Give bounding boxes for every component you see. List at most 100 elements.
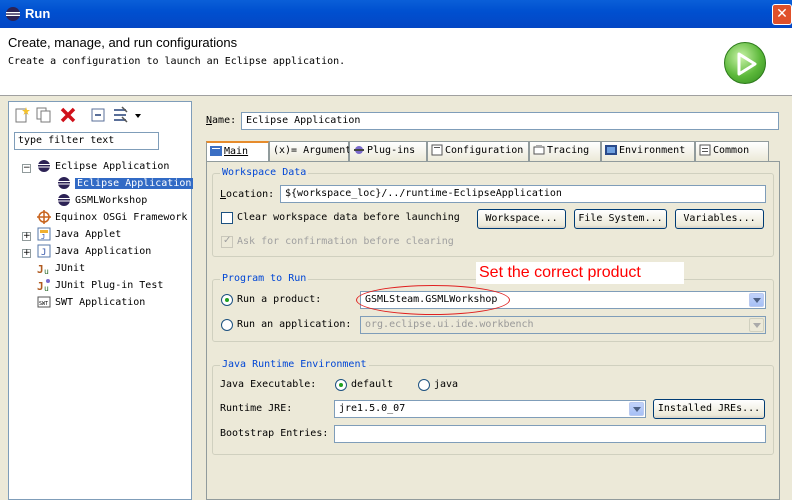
tab-tracing[interactable]: Tracing [529, 141, 601, 161]
eclipse-icon [38, 160, 50, 172]
highlight-ellipse [356, 285, 510, 315]
workspace-data-group: Workspace Data Location: ${workspace_loc… [212, 167, 774, 257]
filter-icon[interactable] [112, 106, 130, 124]
header-title: Create, manage, and run configurations [8, 35, 238, 50]
tree-item-label: Java Applet [55, 229, 122, 240]
tree-toolbar [9, 102, 191, 128]
main-tab-icon [210, 146, 222, 156]
svg-text:J: J [41, 233, 45, 241]
tree-item-eclipse-application-config[interactable]: Eclipse Application [57, 176, 194, 192]
group-title: Workspace Data [220, 167, 309, 178]
tree-item-gsmlworkshop[interactable]: GSMLWorkshop [57, 193, 147, 209]
run-product-radio[interactable] [221, 294, 233, 306]
dialog-header: Create, manage, and run configurations C… [0, 28, 792, 96]
tree-item-junit[interactable]: Ju JUnit [37, 261, 85, 277]
tree-item-label: Eclipse Application [55, 161, 170, 172]
eclipse-icon [58, 194, 70, 206]
java-executable-radio[interactable] [418, 379, 430, 391]
tab-label: Configuration [445, 145, 524, 156]
tab-label: Common [713, 145, 750, 156]
junit-plugin-icon: Ju [37, 279, 50, 292]
tree-item-swt-application[interactable]: SWT SWT Application [37, 295, 145, 311]
duplicate-icon[interactable] [35, 106, 53, 124]
tree-item-label: JUnit [55, 263, 86, 274]
title-bar: Run ✕ [0, 0, 792, 28]
svg-text:J: J [37, 263, 44, 275]
tree-item-label: Java Application [55, 246, 152, 257]
chevron-down-icon[interactable] [749, 318, 764, 332]
run-application-label: Run an application: [237, 319, 352, 330]
main-tab-panel: Workspace Data Location: ${workspace_loc… [206, 161, 780, 500]
workspace-button[interactable]: Workspace... [477, 209, 566, 229]
tab-environment[interactable]: Environment [601, 141, 695, 161]
svg-text:SWT: SWT [39, 301, 48, 307]
tab-main[interactable]: Main [206, 141, 269, 162]
junit-icon: Ju [37, 263, 49, 275]
configuration-tree-pane: type filter text − Eclipse Application E… [8, 101, 194, 500]
chevron-down-icon[interactable] [133, 106, 143, 124]
close-button[interactable]: ✕ [772, 4, 792, 25]
tree-item-eclipse-application[interactable]: Eclipse Application [37, 159, 169, 175]
tree-item-label: Eclipse Application [75, 178, 194, 189]
java-executable-label: Java Executable: [220, 379, 317, 390]
eclipse-icon [58, 177, 70, 189]
ask-confirmation-label: Ask for confirmation before clearing [237, 236, 454, 247]
group-title: Java Runtime Environment [220, 359, 369, 370]
common-icon [699, 144, 711, 156]
new-configuration-icon[interactable] [13, 106, 31, 124]
run-product-label: Run a product: [237, 294, 322, 305]
name-field[interactable]: Eclipse Application [241, 112, 779, 130]
application-select[interactable]: org.eclipse.ui.ide.workbench [360, 316, 766, 334]
default-executable-label: default [351, 379, 394, 390]
run-application-radio[interactable] [221, 319, 233, 331]
tree-item-java-application[interactable]: J Java Application [37, 244, 151, 260]
runtime-jre-label: Runtime JRE: [220, 403, 293, 414]
annotation-callout: Set the correct product [476, 262, 684, 284]
tab-label: Environment [619, 145, 686, 156]
runtime-jre-value: jre1.5.0_07 [339, 403, 406, 414]
collapse-toggle[interactable]: − [22, 164, 31, 173]
location-field[interactable]: ${workspace_loc}/../runtime-EclipseAppli… [280, 185, 766, 203]
collapse-all-icon[interactable] [89, 106, 107, 124]
bootstrap-entries-field[interactable] [334, 425, 766, 443]
name-label: Name: [206, 115, 237, 126]
variables-button[interactable]: Variables... [675, 209, 764, 229]
bootstrap-entries-label: Bootstrap Entries: [220, 428, 329, 439]
runtime-jre-select[interactable]: jre1.5.0_07 [334, 400, 646, 418]
clear-workspace-label: Clear workspace data before launching [237, 212, 460, 223]
program-to-run-group: Program to Run Run a product: GSMLSteam.… [212, 273, 774, 342]
tracing-icon [533, 145, 545, 155]
installed-jres-button[interactable]: Installed JREs... [653, 399, 765, 419]
location-label: Location: [220, 189, 275, 200]
expand-toggle[interactable]: + [22, 249, 31, 258]
java-app-icon: J [37, 244, 51, 258]
clear-workspace-checkbox[interactable] [221, 212, 233, 224]
window-title: Run [25, 6, 51, 21]
ask-confirmation-checkbox[interactable] [221, 235, 233, 248]
chevron-down-icon[interactable] [749, 293, 764, 307]
application-select-value: org.eclipse.ui.ide.workbench [365, 319, 534, 330]
chevron-down-icon[interactable] [629, 402, 644, 416]
tab-plug-ins[interactable]: Plug-ins [349, 141, 427, 161]
tree-item-java-applet[interactable]: J Java Applet [37, 227, 121, 243]
java-executable-option-label: java [434, 379, 459, 390]
tree-item-equinox-osgi[interactable]: Equinox OSGi Framework [37, 210, 187, 226]
tab-arguments[interactable]: (x)= Arguments [269, 141, 357, 161]
delete-icon[interactable] [59, 106, 77, 124]
file-system-button[interactable]: File System... [574, 209, 667, 229]
tree-item-label: Equinox OSGi Framework [55, 212, 188, 223]
tab-common[interactable]: Common [695, 141, 769, 161]
svg-text:J: J [37, 280, 44, 292]
environment-icon [605, 145, 617, 155]
svg-text:u: u [44, 284, 49, 292]
tree-item-label: SWT Application [55, 297, 146, 308]
java-applet-icon: J [37, 227, 51, 241]
tab-configuration[interactable]: Configuration [427, 141, 529, 161]
expand-toggle[interactable]: + [22, 232, 31, 241]
tree-item-junit-plugin-test[interactable]: Ju JUnit Plug-in Test [37, 278, 163, 294]
default-executable-radio[interactable] [335, 379, 347, 391]
run-icon [724, 42, 766, 84]
plugin-icon [354, 146, 364, 154]
filter-input[interactable]: type filter text [14, 132, 159, 150]
tree-item-label: JUnit Plug-in Test [55, 280, 164, 291]
